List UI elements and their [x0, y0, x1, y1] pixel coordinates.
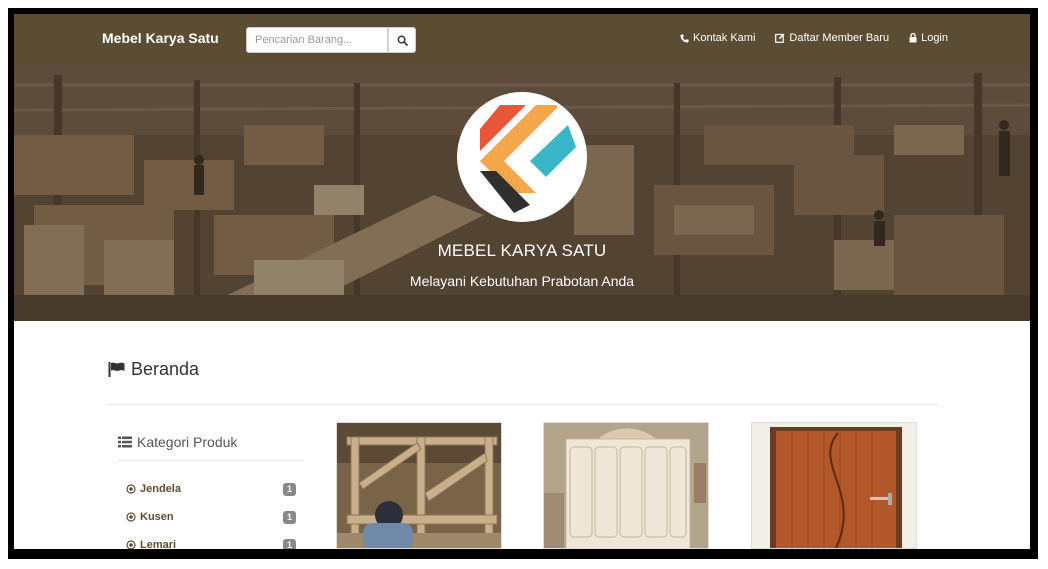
circle-dot-icon: [126, 484, 136, 494]
category-name: Lemari: [140, 539, 177, 549]
category-name: Kusen: [140, 511, 174, 523]
category-label: Kusen: [126, 511, 174, 523]
heading-divider: [108, 404, 938, 405]
category-item-jendela[interactable]: Jendela 1: [126, 480, 296, 498]
nav-register-label: Daftar Member Baru: [789, 32, 890, 44]
nav-login-link[interactable]: Login: [909, 32, 948, 44]
site-logo: [460, 95, 584, 219]
category-item-lemari[interactable]: Lemari 1: [126, 536, 296, 549]
search-form: [246, 27, 422, 53]
product-image-door: [752, 423, 916, 548]
phone-icon: [680, 33, 689, 43]
brand-link[interactable]: Mebel Karya Satu: [102, 30, 219, 46]
page-title: Beranda: [108, 359, 199, 380]
product-image-window-frame: [337, 423, 501, 548]
nav-register-link[interactable]: Daftar Member Baru: [775, 32, 889, 44]
category-item-kusen[interactable]: Kusen 1: [126, 508, 296, 526]
nav-links: Kontak Kami Daftar Member Baru Login: [680, 32, 948, 44]
navbar: Mebel Karya Satu Kontak Kami: [14, 14, 1030, 65]
product-card-window-frame[interactable]: [336, 422, 502, 549]
product-image-wardrobe: [544, 423, 708, 548]
hero-banner: MEBEL KARYA SATU Melayani Kebutuhan Prab…: [14, 65, 1030, 321]
page: Mebel Karya Satu Kontak Kami: [14, 14, 1030, 549]
nav-login-label: Login: [921, 32, 948, 44]
category-name: Jendela: [140, 483, 181, 495]
sidebar-title-label: Kategori Produk: [137, 434, 238, 450]
nav-contact-link[interactable]: Kontak Kami: [680, 32, 755, 44]
list-icon: [118, 436, 132, 448]
category-count-badge: 1: [282, 510, 296, 524]
flag-icon: [108, 362, 125, 377]
edit-icon: [775, 33, 785, 43]
sidebar-title: Kategori Produk: [118, 434, 237, 450]
category-label: Lemari: [126, 539, 176, 549]
hero-title: MEBEL KARYA SATU: [437, 241, 607, 260]
sidebar-divider: [118, 460, 304, 461]
nav-contact-label: Kontak Kami: [693, 32, 756, 44]
product-card-door[interactable]: [751, 422, 917, 549]
category-label: Jendela: [126, 483, 181, 495]
category-count-badge: 1: [282, 482, 296, 496]
page-title-label: Beranda: [131, 359, 200, 379]
hero-subtitle: Melayani Kebutuhan Prabotan Anda: [409, 273, 635, 289]
circle-dot-icon: [126, 512, 136, 522]
product-card-wardrobe[interactable]: [543, 422, 709, 549]
lock-icon: [909, 33, 917, 43]
search-button[interactable]: [388, 27, 416, 53]
search-input[interactable]: [246, 27, 388, 53]
logo-icon: [460, 95, 584, 219]
circle-dot-icon: [126, 540, 136, 549]
search-icon: [397, 35, 408, 46]
category-count-badge: 1: [282, 538, 296, 549]
